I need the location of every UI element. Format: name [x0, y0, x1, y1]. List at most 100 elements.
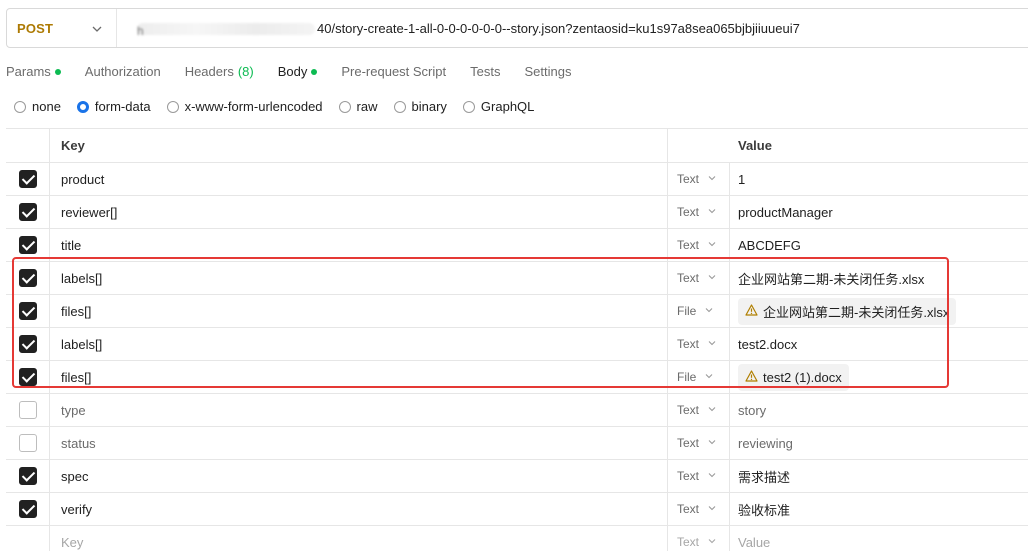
row-file-value[interactable]: test2 (1).docx	[730, 361, 1028, 393]
type-label: Text	[677, 205, 700, 219]
row-key[interactable]: status	[50, 427, 668, 459]
type-selector[interactable]: Text	[668, 229, 730, 261]
type-selector[interactable]: Text	[668, 196, 730, 228]
row-checkbox[interactable]	[18, 434, 37, 452]
chevron-down-icon	[707, 205, 717, 219]
table-row: status Text reviewing	[6, 427, 1028, 460]
type-selector[interactable]: Text	[668, 394, 730, 426]
key-placeholder[interactable]: Key	[50, 526, 668, 551]
key-column-header: Key	[50, 129, 668, 162]
row-checkbox[interactable]	[18, 368, 37, 386]
chevron-down-icon	[707, 172, 717, 186]
type-selector[interactable]: Text	[668, 460, 730, 492]
table-row: verify Text 验收标准	[6, 493, 1028, 526]
row-key[interactable]: verify	[50, 493, 668, 525]
radio-circle[interactable]	[462, 100, 475, 113]
row-value[interactable]: productManager	[730, 196, 1028, 228]
chevron-down-icon	[704, 304, 714, 318]
table-row: product Text 1	[6, 163, 1028, 196]
type-label: Text	[677, 403, 700, 417]
request-tabs: Params Authorization Headers (8) Body Pre…	[6, 62, 595, 81]
radio-none[interactable]: none	[14, 99, 61, 114]
radio-circle[interactable]	[14, 100, 26, 113]
type-selector[interactable]: Text	[668, 163, 730, 195]
row-key[interactable]: spec	[50, 460, 668, 492]
chevron-down-icon	[707, 271, 717, 285]
radio-circle[interactable]	[338, 100, 351, 113]
row-checkbox[interactable]	[18, 401, 37, 419]
type-label: Text	[677, 502, 700, 516]
chevron-down-icon	[707, 403, 717, 417]
row-key[interactable]: reviewer[]	[50, 196, 668, 228]
type-selector[interactable]: Text	[668, 493, 730, 525]
radio-circle[interactable]	[76, 100, 89, 113]
tab-params[interactable]: Params	[6, 62, 61, 81]
file-name: 企业网站第二期-未关闭任务.xlsx	[763, 304, 950, 320]
row-file-value[interactable]: 企业网站第二期-未关闭任务.xlsx	[730, 295, 1028, 327]
type-selector[interactable]: File	[668, 361, 730, 393]
value-placeholder[interactable]: Value	[730, 526, 1028, 551]
radio-circle[interactable]	[166, 100, 179, 113]
radio-form-data[interactable]: form-data	[76, 99, 151, 114]
table-row: title Text ABCDEFG	[6, 229, 1028, 262]
type-selector[interactable]: Text	[668, 526, 730, 551]
tab-authorization[interactable]: Authorization	[85, 62, 161, 81]
row-value[interactable]: 验收标准	[730, 493, 1028, 525]
table-row: labels[] Text test2.docx	[6, 328, 1028, 361]
tab-pre-request-script[interactable]: Pre-request Script	[341, 62, 446, 81]
row-key[interactable]: files[]	[50, 361, 668, 393]
row-value[interactable]: 1	[730, 163, 1028, 195]
tab-body[interactable]: Body	[278, 62, 318, 81]
row-key[interactable]: product	[50, 163, 668, 195]
row-key[interactable]: files[]	[50, 295, 668, 327]
file-chip[interactable]: 企业网站第二期-未关闭任务.xlsx	[738, 297, 957, 325]
row-checkbox[interactable]	[18, 467, 37, 485]
table-row: spec Text 需求描述	[6, 460, 1028, 493]
redacted-host: h	[137, 23, 315, 38]
method-label: POST	[17, 20, 54, 36]
row-key[interactable]: labels[]	[50, 328, 668, 360]
row-value[interactable]: test2.docx	[730, 328, 1028, 360]
method-selector[interactable]: POST	[7, 9, 117, 47]
body-type-options: none form-data x-www-form-urlencoded raw…	[14, 99, 550, 114]
row-checkbox[interactable]	[18, 500, 37, 518]
value-column-header: Value	[738, 138, 772, 153]
row-key[interactable]: labels[]	[50, 262, 668, 294]
table-row: files[] File test2 (1).docx	[6, 361, 1028, 394]
type-selector[interactable]: Text	[668, 328, 730, 360]
row-key[interactable]: title	[50, 229, 668, 261]
request-url-bar: POST h 40/story-create-1-all-0-0-0-0-0-0-…	[6, 8, 1028, 48]
tab-headers[interactable]: Headers (8)	[185, 62, 254, 81]
row-checkbox[interactable]	[18, 170, 37, 188]
tab-tests[interactable]: Tests	[470, 62, 500, 81]
row-key[interactable]: type	[50, 394, 668, 426]
chevron-down-icon	[707, 337, 717, 351]
row-checkbox[interactable]	[18, 269, 37, 287]
radio-x-www-form-urlencoded[interactable]: x-www-form-urlencoded	[166, 99, 323, 114]
row-checkbox[interactable]	[18, 335, 37, 353]
type-label: Text	[677, 436, 700, 450]
radio-binary[interactable]: binary	[393, 99, 447, 114]
radio-raw[interactable]: raw	[338, 99, 378, 114]
radio-graphql[interactable]: GraphQL	[462, 99, 534, 114]
file-chip[interactable]: test2 (1).docx	[738, 363, 849, 391]
type-label: Text	[677, 469, 700, 483]
row-checkbox[interactable]	[18, 302, 37, 320]
url-input[interactable]: h 40/story-create-1-all-0-0-0-0-0-0--stor…	[117, 21, 800, 38]
tab-settings[interactable]: Settings	[524, 62, 571, 81]
row-checkbox[interactable]	[18, 203, 37, 221]
row-value[interactable]: 企业网站第二期-未关闭任务.xlsx	[730, 262, 1028, 294]
table-row: type Text story	[6, 394, 1028, 427]
row-value[interactable]: reviewing	[730, 427, 1028, 459]
chevron-down-icon	[707, 502, 717, 516]
type-selector[interactable]: Text	[668, 262, 730, 294]
row-checkbox[interactable]	[18, 236, 37, 254]
type-selector[interactable]: File	[668, 295, 730, 327]
type-selector[interactable]: Text	[668, 427, 730, 459]
row-value[interactable]: story	[730, 394, 1028, 426]
chevron-down-icon	[707, 535, 717, 549]
chevron-down-icon	[704, 370, 714, 384]
row-value[interactable]: 需求描述	[730, 460, 1028, 492]
radio-circle[interactable]	[393, 100, 406, 113]
row-value[interactable]: ABCDEFG	[730, 229, 1028, 261]
